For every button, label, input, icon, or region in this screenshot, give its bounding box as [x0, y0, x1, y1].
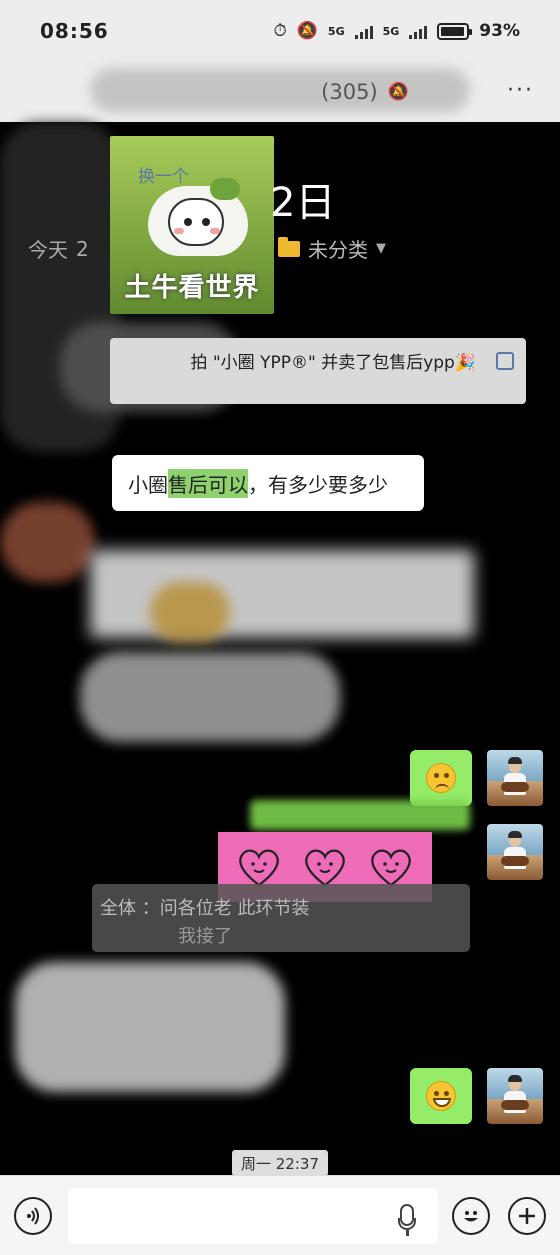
redaction-scribble	[80, 652, 340, 742]
user-avatar[interactable]	[487, 824, 543, 880]
cow-face	[168, 198, 224, 246]
emoji-icon	[464, 1211, 478, 1222]
signal-1-icon	[354, 23, 373, 39]
mute-notifications-icon: 🔕	[296, 21, 318, 41]
outgoing-emoji-bubble[interactable]	[410, 750, 472, 806]
emoji-button[interactable]	[452, 1197, 490, 1235]
plus-button[interactable]	[508, 1197, 546, 1235]
user-avatar[interactable]	[487, 1068, 543, 1124]
status-time: 08:56	[40, 19, 109, 43]
incoming-message-bubble[interactable]: 小圈 售后可以 ，有多少要多少	[112, 455, 424, 511]
voice-icon	[27, 1207, 39, 1225]
note-date: 2日	[270, 180, 336, 226]
redacted-card	[90, 550, 474, 638]
heart-icon	[239, 849, 279, 887]
folder-selector[interactable]: 未分类 ▼	[278, 234, 386, 263]
thinking-emoji-icon	[426, 763, 456, 793]
change-link[interactable]: 换一个	[138, 162, 189, 187]
chat-area[interactable]: 土牛看世界 2日 今天 2 未分类 ▼ 拍 "小圈 YPP®" 并卖了包售后yp…	[0, 122, 560, 1176]
note-sticker-image[interactable]: 土牛看世界	[110, 136, 274, 314]
status-icons: ⏱ 🔕 5G 5G 93%	[273, 21, 520, 41]
signal-2-label: 5G	[382, 24, 400, 38]
pat-system-message: 拍 "小圈 YPP®" 并卖了包售后ypp🎉	[110, 338, 526, 404]
plus-icon	[519, 1208, 535, 1224]
folder-label: 未分类	[308, 238, 368, 262]
redaction-scribble	[15, 962, 285, 1092]
meta-today: 今天	[28, 238, 68, 262]
battery-percent: 93%	[479, 21, 520, 41]
edit-icon[interactable]	[496, 352, 514, 370]
message-text: 我接了	[178, 926, 232, 947]
chevron-down-icon: ▼	[376, 241, 386, 256]
signal-2-icon	[409, 23, 428, 39]
heart-icon	[371, 849, 411, 887]
message-text: ，有多少要多少	[248, 472, 388, 497]
outgoing-bubble-partial	[250, 800, 470, 830]
heart-icon	[305, 849, 345, 887]
sticker-caption: 土牛看世界	[124, 273, 260, 303]
outgoing-emoji-bubble[interactable]	[410, 1068, 472, 1124]
pat-message-text: 拍 "小圈 YPP®" 并卖了包售后ypp🎉	[190, 353, 476, 373]
message-input[interactable]	[68, 1188, 438, 1244]
mic-base	[406, 1230, 409, 1236]
message-prefix: 小圈	[128, 472, 168, 497]
message-highlight: 售后可以	[168, 468, 248, 498]
redaction-scribble	[0, 502, 95, 582]
message-text: 全体 ：问各位老 此环节装	[100, 898, 310, 919]
battery-icon	[437, 22, 473, 40]
redaction-scribble	[150, 582, 230, 642]
message-timestamp: 周一 22:37	[232, 1150, 328, 1176]
alarm-icon: ⏱	[273, 21, 287, 41]
input-bar	[0, 1175, 560, 1255]
status-bar: 08:56 ⏱ 🔕 5G 5G 93%	[0, 0, 560, 62]
chat-title-bar: (305) 🔕 ···	[0, 62, 560, 122]
meta-today-suffix: 2	[76, 236, 89, 261]
user-avatar[interactable]	[487, 750, 543, 806]
chat-title: (305)	[321, 80, 378, 104]
redaction-scribble	[90, 68, 470, 112]
cow-spot	[210, 178, 240, 200]
note-meta: 今天 2	[28, 234, 89, 263]
grin-emoji-icon	[426, 1081, 456, 1111]
mute-bell-icon: 🔕	[387, 82, 409, 102]
folder-icon	[278, 236, 300, 257]
voice-button[interactable]	[14, 1197, 52, 1235]
more-options-button[interactable]: ···	[507, 78, 534, 103]
signal-1-label: 5G	[327, 24, 345, 38]
